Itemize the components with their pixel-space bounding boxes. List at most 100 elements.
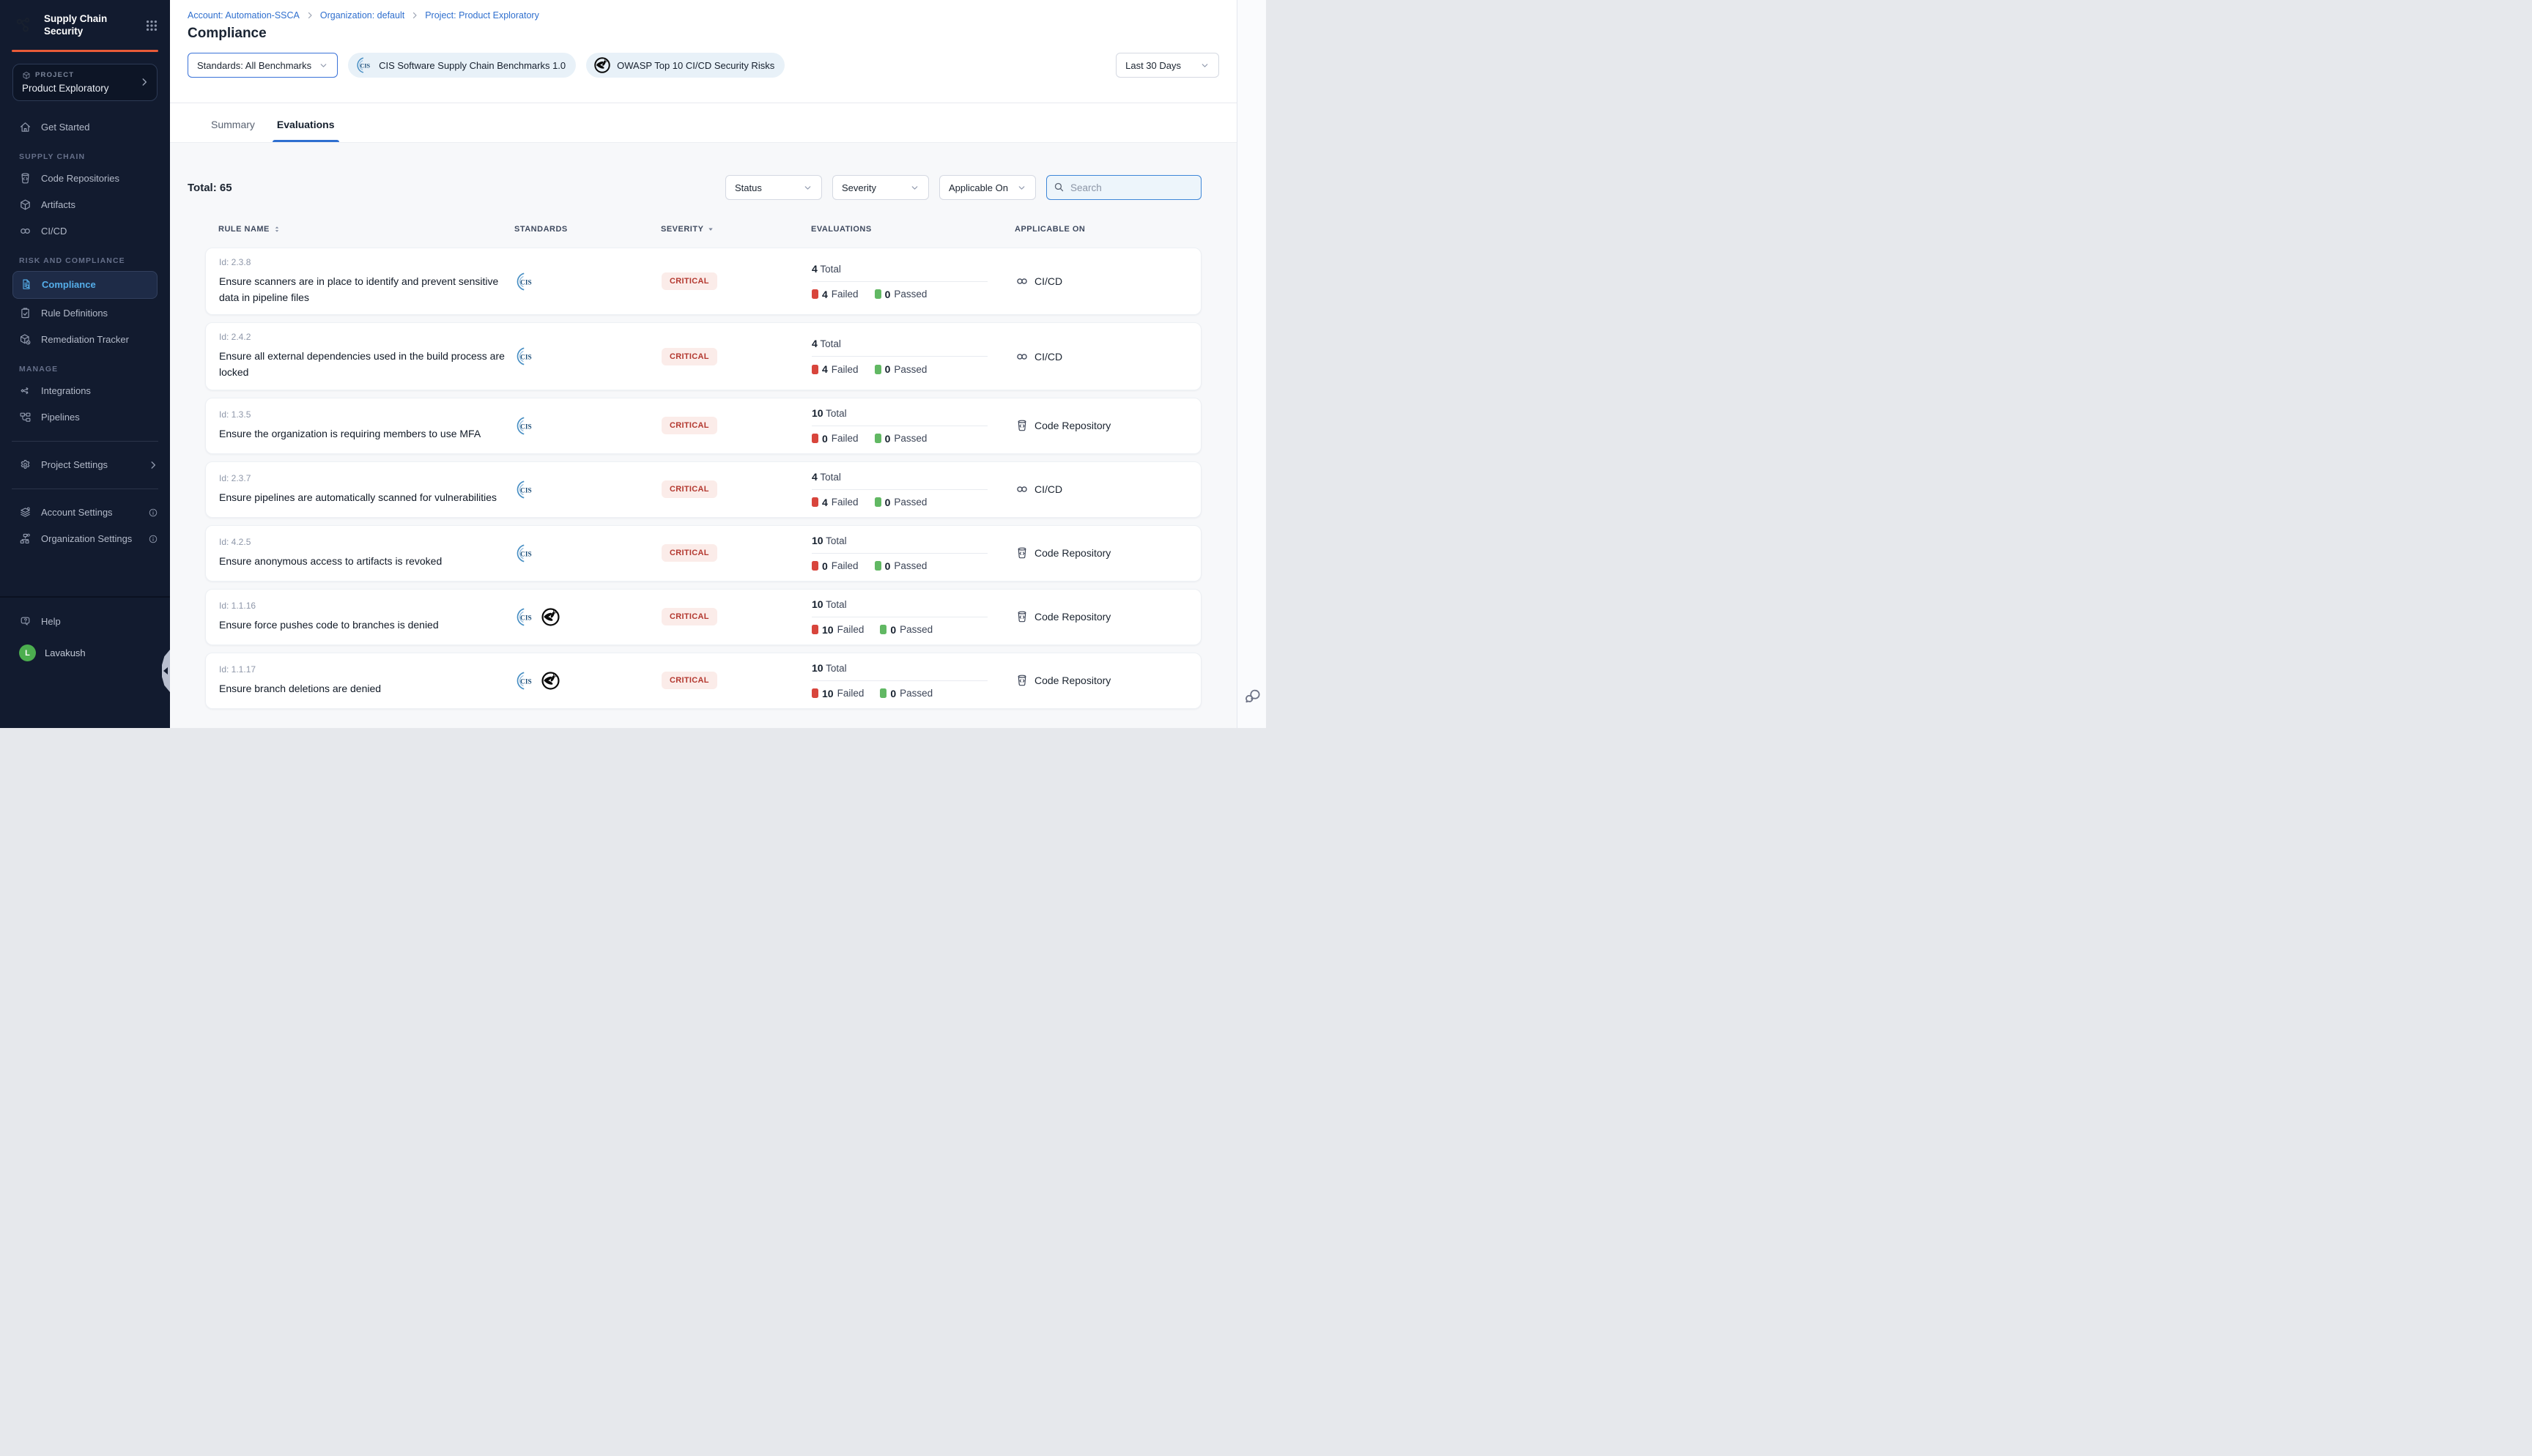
passed-value: 0	[885, 289, 891, 300]
table-row[interactable]: Id: 1.1.17 Ensure branch deletions are d…	[205, 653, 1202, 709]
rules-table: RULE NAME STANDARDS SEVERITY EVALUATIONS	[205, 225, 1202, 709]
passed-value: 0	[885, 363, 891, 375]
app-title: Supply Chain Security	[44, 13, 136, 38]
layers-gear-icon	[19, 506, 32, 519]
column-header-applicable-on: APPLICABLE ON	[1015, 225, 1202, 234]
infinity-icon	[19, 225, 32, 237]
sidebar: Supply Chain Security PROJECT Product Ex…	[0, 0, 170, 728]
tab-summary[interactable]: Summary	[211, 119, 255, 142]
sidebar-item-artifacts[interactable]: Artifacts	[0, 192, 170, 218]
sidebar-item-rule-definitions[interactable]: Rule Definitions	[0, 300, 170, 327]
failed-indicator-square	[812, 561, 818, 571]
rule-id: Id: 1.3.5	[219, 409, 515, 420]
code-repository-icon	[1015, 610, 1029, 623]
total-count: Total: 65	[188, 182, 232, 194]
app-switcher-grid-icon[interactable]	[145, 19, 158, 32]
feedback-chat-icon[interactable]	[1243, 687, 1262, 705]
owasp-logo-icon	[593, 56, 611, 74]
table-row[interactable]: Id: 1.1.16 Ensure force pushes code to b…	[205, 589, 1202, 645]
table-row[interactable]: Id: 1.3.5 Ensure the organization is req…	[205, 398, 1202, 454]
column-header-severity[interactable]: SEVERITY	[661, 225, 811, 234]
cis-logo-icon	[355, 56, 373, 74]
table-row[interactable]: Id: 2.3.8 Ensure scanners are in place t…	[205, 248, 1202, 315]
page-title: Compliance	[188, 26, 1219, 42]
owasp-chip[interactable]: OWASP Top 10 CI/CD Security Risks	[586, 53, 785, 78]
infinity-icon	[1015, 350, 1029, 363]
breadcrumb-account[interactable]: Account: Automation-SSCA	[188, 10, 300, 21]
passed-label: Passed	[894, 497, 927, 508]
applicable-on-dropdown[interactable]: Applicable On	[939, 175, 1036, 200]
rule-name: Ensure all external dependencies used in…	[219, 349, 506, 380]
evaluations-total-value: 4	[812, 471, 818, 483]
evaluations-cell: 10 Total 10 Failed 0 Passed	[812, 662, 988, 699]
cis-logo-icon	[515, 480, 535, 499]
sidebar-item-code-repositories[interactable]: Code Repositories	[0, 166, 170, 192]
sidebar-item-organization-settings[interactable]: Organization Settings	[0, 526, 170, 552]
table-row[interactable]: Id: 2.4.2 Ensure all external dependenci…	[205, 322, 1202, 390]
failed-label: Failed	[832, 560, 859, 571]
passed-indicator-square	[880, 688, 886, 698]
app-logo-shield-icon	[12, 14, 35, 37]
project-box-icon	[22, 71, 31, 80]
date-range-dropdown[interactable]: Last 30 Days	[1116, 53, 1219, 78]
owasp-logo-icon	[541, 671, 560, 691]
status-dropdown[interactable]: Status	[725, 175, 822, 200]
failed-value: 4	[822, 363, 828, 375]
sidebar-item-remediation-tracker[interactable]: Remediation Tracker	[0, 327, 170, 353]
failed-value: 0	[822, 560, 828, 572]
right-gutter	[1237, 0, 1266, 728]
search-input[interactable]	[1046, 175, 1202, 200]
chevron-down-icon	[803, 183, 812, 193]
search-icon	[1053, 181, 1065, 193]
sidebar-item-compliance[interactable]: Compliance	[12, 271, 158, 299]
standards-dropdown[interactable]: Standards: All Benchmarks	[188, 53, 338, 78]
table-row[interactable]: Id: 4.2.5 Ensure anonymous access to art…	[205, 525, 1202, 582]
evaluations-panel: Total: 65 Status Severity Applicable On	[170, 143, 1237, 728]
sidebar-footer: Help L Lavakush	[0, 596, 170, 728]
failed-label: Failed	[832, 433, 859, 444]
severity-dropdown[interactable]: Severity	[832, 175, 929, 200]
cis-logo-icon	[515, 416, 535, 436]
applicable-on-cell: Code Repository	[1015, 610, 1201, 623]
tab-evaluations[interactable]: Evaluations	[277, 119, 335, 142]
sidebar-item-cicd[interactable]: CI/CD	[0, 218, 170, 245]
page-header: Account: Automation-SSCA Organization: d…	[170, 0, 1237, 103]
breadcrumb-project[interactable]: Project: Product Exploratory	[425, 10, 539, 21]
rule-id: Id: 1.1.16	[219, 601, 515, 611]
sidebar-header: Supply Chain Security	[0, 0, 170, 48]
chevron-down-icon	[1017, 183, 1026, 193]
sidebar-section-supply-chain: SUPPLY CHAIN	[0, 141, 170, 166]
sidebar-item-pipelines[interactable]: Pipelines	[0, 404, 170, 431]
cis-benchmark-chip[interactable]: CIS Software Supply Chain Benchmarks 1.0	[348, 53, 576, 78]
pipeline-icon	[19, 411, 32, 423]
app-window: Supply Chain Security PROJECT Product Ex…	[0, 0, 1266, 728]
home-icon	[19, 121, 32, 133]
passed-indicator-square	[875, 561, 881, 571]
sidebar-item-get-started[interactable]: Get Started	[0, 114, 170, 141]
sidebar-item-account-settings[interactable]: Account Settings	[0, 499, 170, 526]
column-header-rule-name[interactable]: RULE NAME	[218, 225, 514, 234]
brand-divider	[12, 50, 158, 52]
rule-id: Id: 2.4.2	[219, 332, 515, 342]
sidebar-item-integrations[interactable]: Integrations	[0, 378, 170, 404]
sidebar-item-project-settings[interactable]: Project Settings	[0, 452, 170, 478]
severity-badge: CRITICAL	[662, 544, 717, 562]
breadcrumb-organization[interactable]: Organization: default	[320, 10, 404, 21]
standards-icons	[515, 416, 662, 436]
sidebar-item-help[interactable]: Help	[0, 608, 170, 634]
standards-icons	[515, 480, 662, 499]
applicable-on-cell: Code Repository	[1015, 674, 1201, 687]
evaluations-total-label: Total	[826, 599, 847, 610]
org-chart-gear-icon	[19, 532, 32, 545]
standards-icons	[515, 543, 662, 563]
project-selector[interactable]: PROJECT Product Exploratory	[12, 64, 158, 101]
evaluations-total-value: 10	[812, 407, 823, 419]
evaluations-divider	[812, 553, 988, 554]
passed-value: 0	[890, 624, 896, 636]
passed-label: Passed	[900, 688, 933, 699]
table-row[interactable]: Id: 2.3.7 Ensure pipelines are automatic…	[205, 461, 1202, 518]
user-name: Lavakush	[45, 647, 86, 658]
clipboard-check-icon	[19, 307, 32, 319]
info-icon	[148, 534, 158, 544]
user-menu[interactable]: L Lavakush	[0, 634, 170, 661]
